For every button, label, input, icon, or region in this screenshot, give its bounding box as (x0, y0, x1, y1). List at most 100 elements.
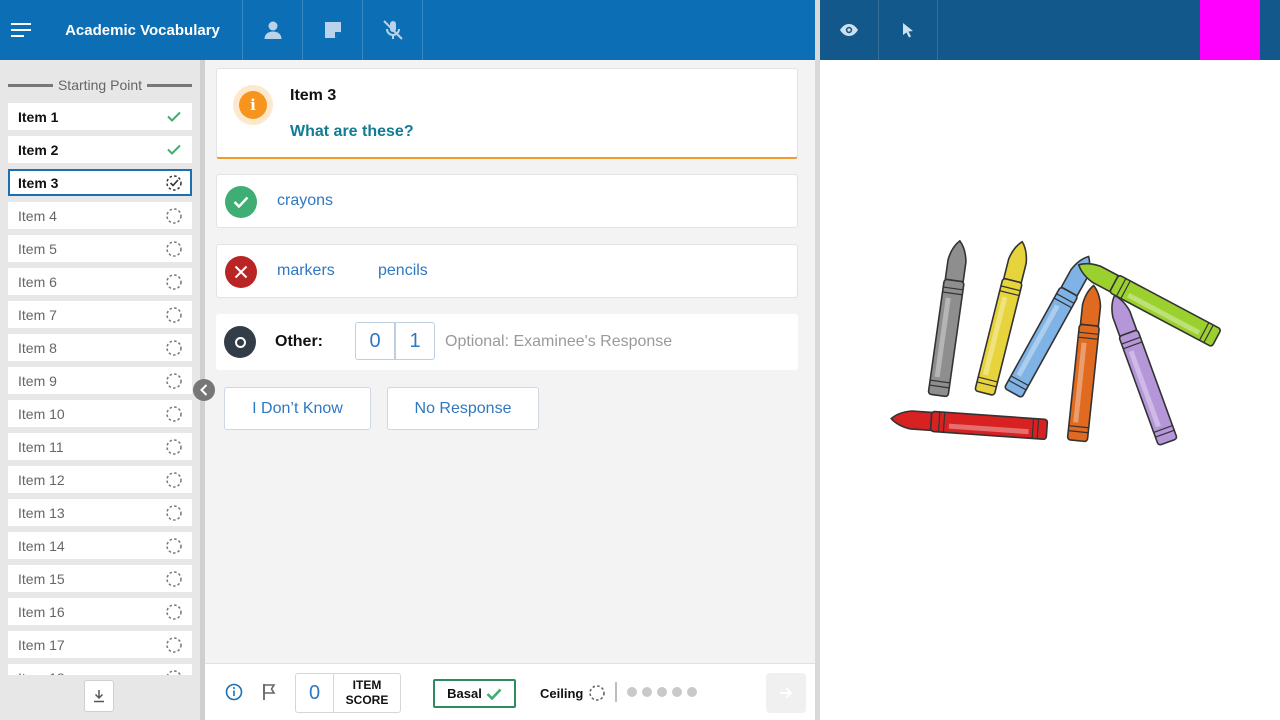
correct-responses-row[interactable]: crayons (216, 174, 798, 228)
pending-icon (165, 603, 183, 621)
progress-dot (672, 687, 682, 697)
sidebar-item-label: Item 12 (18, 471, 65, 488)
starting-point-marker: Starting Point (8, 76, 192, 94)
sidebar-item[interactable]: Item 8 (8, 334, 192, 361)
sidebar-item[interactable]: Item 11 (8, 433, 192, 460)
item-score-label: SCORE (345, 693, 389, 707)
sidebar-item[interactable]: Item 1 (8, 103, 192, 130)
item-title: Item 3 (290, 87, 337, 104)
sidebar-item[interactable]: Item 15 (8, 565, 192, 592)
sidebar-item-label: Item 17 (18, 636, 65, 653)
sidebar-item[interactable]: Item 5 (8, 235, 192, 262)
sidebar-item[interactable]: Item 14 (8, 532, 192, 559)
correct-answer[interactable]: crayons (277, 192, 333, 210)
sidebar-item[interactable]: Item 18 (8, 664, 192, 675)
download-button[interactable] (84, 680, 114, 712)
info-outline-icon[interactable] (224, 682, 244, 702)
pending-icon (165, 570, 183, 588)
next-item-button[interactable] (766, 673, 806, 713)
stimulus-pane (820, 60, 1280, 720)
ceiling-label: Ceiling (540, 685, 584, 701)
check-icon (165, 141, 183, 159)
pending-icon (165, 438, 183, 456)
pending-icon (165, 207, 183, 225)
pending-icon (165, 339, 183, 357)
pending-icon (165, 636, 183, 654)
download-icon (94, 690, 104, 703)
sidebar-item-label: Item 9 (18, 372, 57, 389)
sidebar-item-label: Item 15 (18, 570, 65, 587)
progress-dot (687, 687, 697, 697)
sidebar-item-label: Item 4 (18, 207, 57, 224)
sidebar-item[interactable]: Item 6 (8, 268, 192, 295)
app-title: Academic Vocabulary (43, 0, 243, 60)
person-icon (264, 21, 281, 39)
sidebar-item[interactable]: Item 4 (8, 202, 192, 229)
view-button[interactable] (820, 0, 879, 60)
footer-separator (615, 682, 617, 702)
question-prompt: What are these? (290, 123, 414, 140)
sidebar-item[interactable]: Item 13 (8, 499, 192, 526)
score-0-button[interactable]: 0 (355, 322, 395, 360)
pending-icon (165, 669, 183, 675)
sidebar-item[interactable]: Item 12 (8, 466, 192, 493)
sidebar-item-label: Item 10 (18, 405, 65, 422)
basal-badge: Basal (433, 679, 516, 708)
sidebar-item[interactable]: Item 7 (8, 301, 192, 328)
examinee-button[interactable] (243, 0, 303, 60)
pending-icon (165, 471, 183, 489)
question-card: i Item 3 What are these? (216, 68, 798, 159)
note-icon (324, 22, 341, 38)
scoring-panel: i Item 3 What are these? crayons markers… (205, 60, 815, 663)
notes-button[interactable] (303, 0, 363, 60)
pending-icon (589, 685, 606, 701)
check-icon (225, 186, 257, 218)
sidebar-item[interactable]: Item 17 (8, 631, 192, 658)
hamburger-menu-icon[interactable] (0, 0, 43, 60)
progress-dots (627, 687, 697, 697)
sidebar-item[interactable]: Item 10 (8, 400, 192, 427)
arrow-right-icon (780, 687, 793, 699)
info-badge: i (233, 85, 273, 125)
item-list: Item 1 Item 2 Item 3 Item 4 Item 5 Item 6 Item… (8, 103, 192, 675)
incorrect-responses-row[interactable]: markers pencils (216, 244, 798, 298)
sidebar-item[interactable]: Item 3 (8, 169, 192, 196)
microphone-button[interactable] (363, 0, 423, 60)
sidebar-item-label: Item 8 (18, 339, 57, 356)
other-label: Other: (275, 333, 323, 350)
item-sidebar: Starting Point Item 1 Item 2 Item 3 Item 4I… (0, 60, 200, 720)
collapse-sidebar-button[interactable] (193, 379, 215, 401)
sidebar-item-label: Item 7 (18, 306, 57, 323)
dont-know-button[interactable]: I Don’t Know (224, 387, 371, 430)
sidebar-item[interactable]: Item 9 (8, 367, 192, 394)
sidebar-item[interactable]: Item 16 (8, 598, 192, 625)
check-icon (486, 688, 502, 700)
sidebar-item-label: Item 1 (18, 108, 59, 125)
sidebar-item-label: Item 16 (18, 603, 65, 620)
examinee-response-input[interactable]: Optional: Examinee's Response (445, 333, 672, 351)
top-toolbar: Academic Vocabulary (0, 0, 815, 60)
ceiling-status: Ceiling (540, 684, 606, 702)
other-radio-icon[interactable] (224, 326, 256, 358)
flag-icon[interactable] (259, 682, 279, 702)
sidebar-item-label: Item 11 (18, 438, 64, 455)
incorrect-answer[interactable]: markers (277, 262, 335, 280)
info-icon: i (239, 91, 267, 119)
item-score-display: 0 ITEM SCORE (295, 673, 401, 713)
sidebar-item[interactable]: Item 2 (8, 136, 192, 163)
no-response-button[interactable]: No Response (387, 387, 539, 430)
score-1-button[interactable]: 1 (395, 322, 435, 360)
chevron-left-icon (200, 384, 208, 396)
mic-off-icon (382, 20, 403, 40)
incorrect-answer[interactable]: pencils (378, 262, 428, 280)
pointer-button[interactable] (879, 0, 938, 60)
pending-icon (165, 273, 183, 291)
pending-icon (165, 405, 183, 423)
starting-point-label: Starting Point (57, 77, 143, 93)
item-score-label: ITEM (352, 678, 382, 692)
item-score-value: 0 (296, 674, 334, 712)
sidebar-item-label: Item 13 (18, 504, 65, 521)
pending-icon (165, 537, 183, 555)
x-icon (225, 256, 257, 288)
sidebar-item-label: Item 14 (18, 537, 65, 554)
